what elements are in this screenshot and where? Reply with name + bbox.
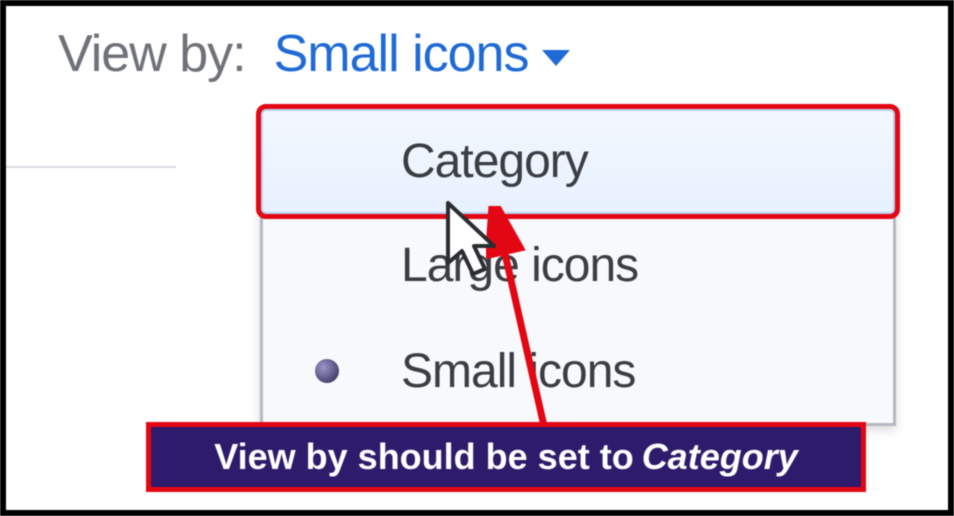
view-by-dropdown[interactable]: Small icons <box>274 24 571 84</box>
view-by-menu: Category Large icons Small icons <box>260 108 896 426</box>
selected-dot-icon <box>315 359 339 383</box>
view-by-row: View by: Small icons <box>58 24 570 84</box>
menu-item-label: Large icons <box>401 238 638 293</box>
annotation-text: View by should be set to <box>214 436 633 478</box>
view-by-current: Small icons <box>274 24 529 84</box>
menu-item-label: Small icons <box>401 344 635 399</box>
menu-item-category[interactable]: Category <box>260 108 896 215</box>
view-by-label: View by: <box>58 24 246 84</box>
menu-item-small-icons[interactable]: Small icons <box>263 319 893 423</box>
menu-item-large-icons[interactable]: Large icons <box>263 212 893 319</box>
caret-down-icon <box>542 50 570 66</box>
separator-line <box>6 166 176 168</box>
annotation-box: View by should be set to Category <box>146 422 866 492</box>
menu-item-label: Category <box>401 134 588 189</box>
annotation-emph: Category <box>642 436 798 478</box>
